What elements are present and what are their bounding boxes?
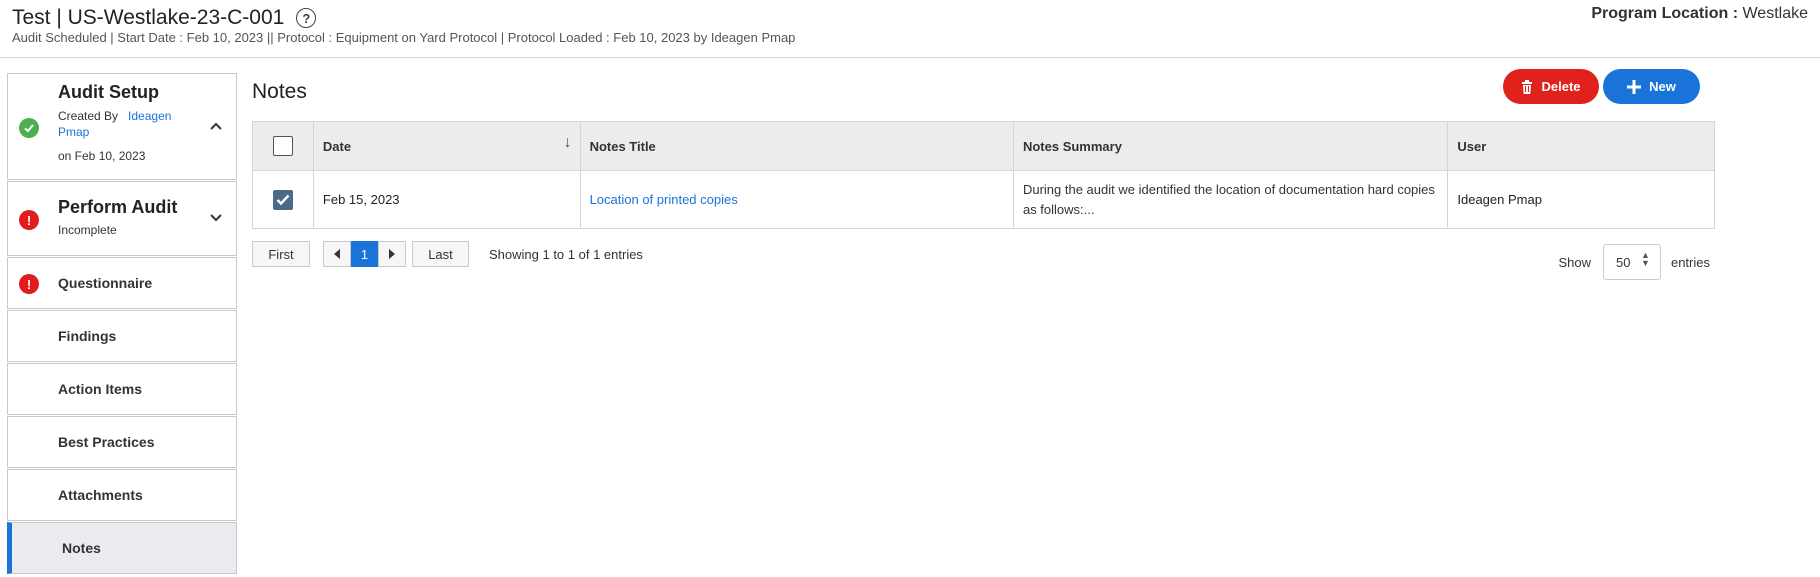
- column-header-date[interactable]: Date ↓: [314, 122, 581, 170]
- delete-label: Delete: [1541, 79, 1581, 94]
- checkmark-icon: [276, 194, 290, 205]
- column-header-label: Notes Summary: [1022, 138, 1122, 154]
- page-length-value: 50: [1615, 254, 1631, 270]
- sidebar: Audit Setup Created By Ideagen Pmap on F…: [7, 73, 237, 577]
- column-header-notes-summary[interactable]: Notes Summary: [1014, 122, 1449, 170]
- created-date: on Feb 10, 2023: [58, 149, 146, 163]
- sidebar-item-notes[interactable]: Notes: [7, 522, 237, 574]
- sidebar-item-label: Notes: [62, 540, 101, 556]
- column-header-user[interactable]: User: [1448, 122, 1714, 170]
- sidebar-item-questionnaire[interactable]: ! Questionnaire: [7, 257, 237, 309]
- plus-icon: [1627, 79, 1642, 94]
- program-location: Program Location : Westlake: [1591, 5, 1808, 23]
- table-row: Feb 15, 2023 Location of printed copies …: [253, 171, 1714, 228]
- last-page-button[interactable]: Last: [412, 241, 469, 267]
- column-header-label: Notes Title: [589, 138, 656, 154]
- created-by-user-link[interactable]: Ideagen: [128, 109, 171, 123]
- page-header: Test | US-Westlake-23-C-001 ? Audit Sche…: [0, 0, 1820, 58]
- sidebar-item-audit-setup[interactable]: Audit Setup Created By Ideagen Pmap on F…: [7, 73, 237, 180]
- row-title-cell: Location of printed copies: [581, 171, 1014, 228]
- sidebar-item-findings[interactable]: Findings: [7, 310, 237, 362]
- entries-info: Showing 1 to 1 of 1 entries: [489, 246, 643, 262]
- sidebar-item-attachments[interactable]: Attachments: [7, 469, 237, 521]
- sidebar-item-label: Perform Audit: [58, 197, 178, 217]
- notes-table: Date ↓ Notes Title Notes Summary User Fe…: [252, 121, 1715, 229]
- program-location-label: Program Location :: [1591, 5, 1739, 22]
- column-header-label: Date: [322, 138, 352, 154]
- perform-audit-status: Incomplete: [58, 223, 117, 237]
- select-all-checkbox[interactable]: [272, 136, 293, 156]
- sidebar-item-label: Attachments: [58, 487, 143, 503]
- row-date: Feb 15, 2023: [314, 171, 581, 228]
- sidebar-item-label: Audit Setup: [58, 82, 159, 102]
- section-title: Notes: [252, 80, 307, 103]
- table-header: Date ↓ Notes Title Notes Summary User: [253, 122, 1714, 171]
- chevron-up-icon[interactable]: [208, 118, 224, 134]
- help-icon[interactable]: ?: [296, 8, 317, 28]
- created-by-user-link-2[interactable]: Pmap: [58, 125, 89, 139]
- program-location-value: Westlake: [1742, 5, 1808, 22]
- sort-down-arrow-icon[interactable]: ↓: [564, 134, 572, 152]
- chevron-down-icon[interactable]: [208, 210, 224, 226]
- column-header-notes-title[interactable]: Notes Title: [581, 122, 1014, 170]
- row-checkbox[interactable]: [272, 189, 293, 210]
- title-row: Test | US-Westlake-23-C-001 ?: [12, 6, 317, 30]
- next-page-button[interactable]: [378, 241, 406, 267]
- caret-right-icon: [389, 249, 395, 259]
- sidebar-item-label: Questionnaire: [58, 275, 153, 291]
- sidebar-item-perform-audit[interactable]: ! Perform Audit Incomplete: [7, 181, 237, 256]
- trash-icon: [1521, 79, 1533, 94]
- previous-page-button[interactable]: [323, 241, 351, 267]
- new-button[interactable]: New: [1603, 69, 1700, 104]
- row-select-cell: [253, 171, 314, 228]
- column-header-label: User: [1457, 138, 1487, 154]
- check-circle-icon: [19, 118, 39, 138]
- first-page-button[interactable]: First: [252, 241, 310, 267]
- delete-button[interactable]: Delete: [1503, 69, 1599, 104]
- note-title-link[interactable]: Location of printed copies: [590, 192, 738, 207]
- sidebar-item-label: Action Items: [58, 381, 143, 397]
- sidebar-item-best-practices[interactable]: Best Practices: [7, 416, 237, 468]
- sidebar-item-action-items[interactable]: Action Items: [7, 363, 237, 415]
- page-group: 1: [323, 241, 406, 267]
- row-user: Ideagen Pmap: [1457, 192, 1542, 207]
- sidebar-item-label: Best Practices: [58, 434, 155, 450]
- header-select-cell: [253, 122, 314, 170]
- entries-label: entries: [1670, 254, 1710, 270]
- page-title: Test | US-Westlake-23-C-001: [12, 6, 285, 29]
- error-circle-icon: !: [19, 274, 39, 294]
- audit-info-line: Audit Scheduled | Start Date : Feb 10, 2…: [12, 30, 796, 45]
- page-1-button[interactable]: 1: [351, 241, 378, 267]
- select-spinner-icon: ▲ ▼: [1641, 250, 1650, 268]
- caret-left-icon: [334, 249, 340, 259]
- created-by-user-continuation: Pmap: [58, 125, 89, 139]
- pagination: First 1 Last Showing 1 to 1 of 1 entries: [252, 241, 643, 267]
- show-label: Show: [1558, 254, 1591, 270]
- new-label: New: [1649, 79, 1676, 94]
- error-circle-icon: !: [19, 210, 39, 230]
- created-by-label: Created By: [58, 109, 119, 123]
- sidebar-item-label: Findings: [58, 328, 117, 344]
- page-length-control: Show 50 ▲ ▼ entries: [1558, 244, 1710, 280]
- created-by: Created By Ideagen: [58, 109, 171, 123]
- page-length-select[interactable]: 50 ▲ ▼: [1602, 244, 1661, 280]
- row-summary: During the audit we identified the locat…: [1014, 171, 1449, 228]
